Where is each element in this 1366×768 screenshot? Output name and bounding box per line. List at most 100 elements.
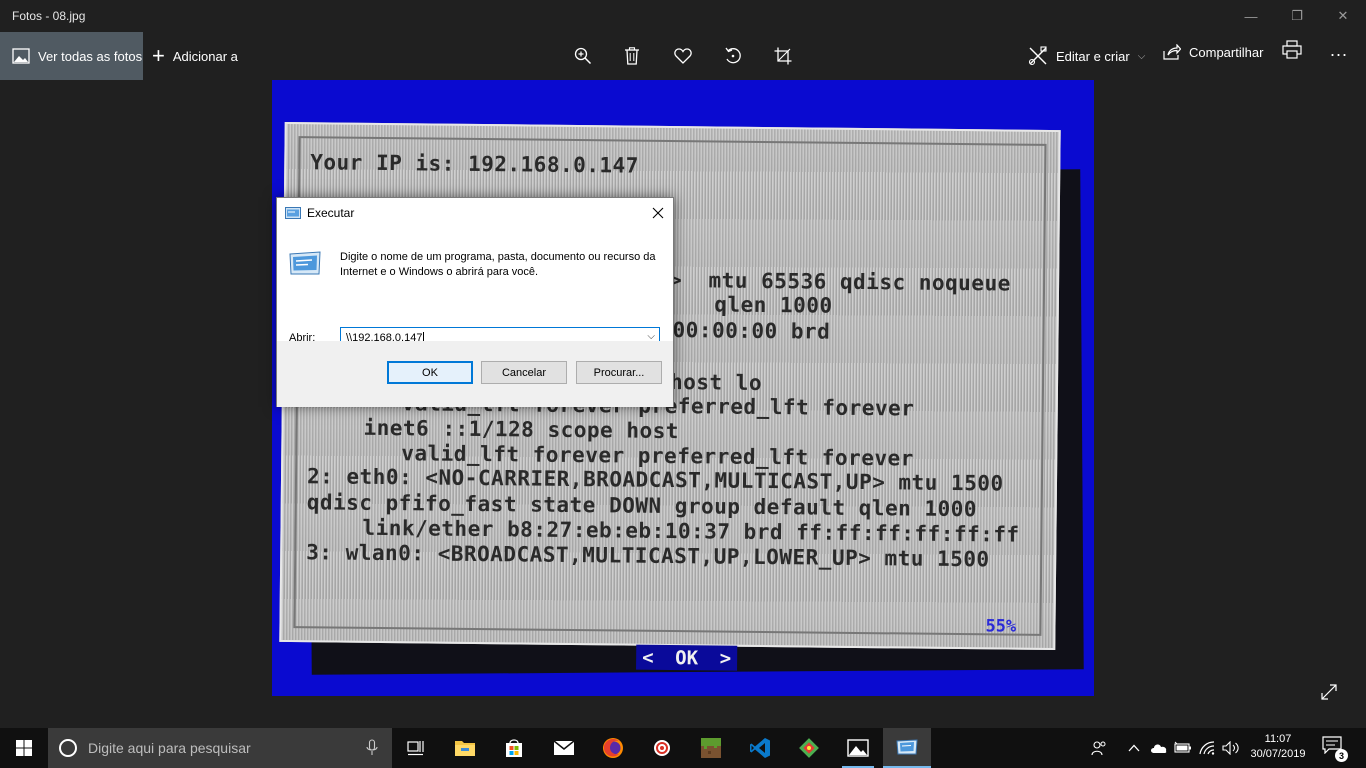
taskbar-clock[interactable]: 11:07 30/07/2019 (1248, 732, 1308, 762)
dialog-close-button[interactable] (643, 198, 673, 228)
toolbar: Ver todas as fotos + Adicionar a Editar … (0, 32, 1366, 80)
terminal-line: host lo (669, 370, 763, 395)
run-app-icon (285, 207, 301, 219)
fullscreen-button[interactable] (1320, 683, 1338, 701)
windows-logo-icon (16, 740, 32, 756)
volume-button[interactable] (1220, 728, 1242, 768)
taskbar-store[interactable] (490, 728, 538, 768)
start-button[interactable] (0, 728, 48, 768)
taskbar-search-box[interactable]: Digite aqui para pesquisar (48, 728, 392, 768)
run-app-icon (896, 739, 918, 755)
title-bar: Fotos - 08.jpg — ❐ ✕ (0, 0, 1366, 32)
cancel-button[interactable]: Cancelar (481, 361, 567, 384)
run-dialog-description: Digite o nome de um programa, pasta, doc… (340, 251, 656, 278)
task-view-icon (407, 741, 424, 756)
zoom-in-button[interactable] (569, 42, 597, 70)
clock-date: 30/07/2019 (1250, 748, 1306, 760)
more-options-button[interactable]: ... (1330, 40, 1348, 61)
rotate-icon (725, 47, 741, 64)
print-button[interactable] (1282, 40, 1306, 64)
terminal-line: inet6 ::1/128 scope host (363, 415, 680, 444)
minimize-button[interactable]: — (1228, 0, 1274, 32)
trash-icon (625, 47, 639, 65)
taskbar-git[interactable] (785, 728, 833, 768)
search-placeholder: Digite aqui para pesquisar (88, 740, 251, 756)
terminal-line: qlen 1000 (674, 292, 833, 318)
browse-button[interactable]: Procurar... (576, 361, 662, 384)
rotate-button[interactable] (719, 42, 747, 70)
window-title: Fotos - 08.jpg (12, 9, 86, 23)
close-button[interactable]: ✕ (1320, 0, 1366, 32)
add-to-button[interactable]: + Adicionar a (152, 32, 238, 80)
edit-create-button[interactable]: Editar e criar ⌵ (1028, 32, 1145, 80)
edit-tools-icon (1028, 46, 1047, 66)
taskbar-run[interactable] (883, 728, 931, 768)
task-view-button[interactable] (392, 728, 440, 768)
git-icon (799, 738, 819, 758)
photos-icon (847, 739, 869, 757)
network-button[interactable] (1197, 728, 1219, 768)
scroll-percent: 55% (985, 616, 1017, 637)
folder-icon (455, 741, 475, 756)
heart-icon (674, 48, 692, 64)
people-icon (1091, 741, 1106, 756)
add-to-label: Adicionar a (172, 48, 238, 64)
view-all-photos-button[interactable]: Ver todas as fotos (0, 32, 143, 80)
mail-icon (553, 740, 575, 755)
zoom-in-icon (574, 47, 592, 65)
favorite-button[interactable] (669, 42, 697, 70)
speaker-icon (1222, 741, 1239, 755)
chevron-down-icon: ⌵ (1137, 50, 1146, 62)
taskbar-mail[interactable] (540, 728, 588, 768)
store-bag-icon (506, 739, 522, 757)
close-icon (652, 207, 664, 219)
run-large-icon (289, 251, 321, 275)
maximize-button[interactable]: ❐ (1274, 0, 1320, 32)
action-center-button[interactable]: 3 (1322, 736, 1348, 762)
run-dialog-body: Digite o nome de um programa, pasta, doc… (277, 228, 673, 350)
ok-left-arrow: < (642, 646, 654, 669)
wifi-icon (1199, 741, 1215, 755)
cloud-icon (1151, 744, 1167, 753)
run-dialog: Executar Digite o nome de um programa, p… (276, 197, 674, 407)
share-icon (1163, 44, 1181, 60)
ok-button[interactable]: OK (387, 361, 473, 384)
people-button[interactable] (1086, 728, 1112, 768)
chevron-up-icon (1128, 744, 1140, 752)
terminal-line: Your IP is: 192.168.0.147 (310, 150, 640, 178)
run-dialog-footer: OK Cancelar Procurar... (277, 341, 673, 407)
crop-button[interactable] (769, 42, 797, 70)
crop-icon (774, 47, 792, 65)
delete-button[interactable] (618, 42, 646, 70)
share-button[interactable]: Compartilhar (1163, 32, 1263, 72)
picture-icon (12, 48, 30, 64)
taskbar-vscode[interactable] (736, 728, 784, 768)
expand-icon (1321, 684, 1337, 700)
notification-count-badge: 3 (1335, 749, 1348, 762)
taskbar-chrome-like[interactable] (638, 728, 686, 768)
show-hidden-icons-button[interactable] (1124, 728, 1144, 768)
edit-create-label: Editar e criar (1056, 48, 1130, 64)
terminal-line: 00:00:00 brd (672, 318, 831, 344)
vscode-icon (750, 738, 770, 758)
run-dialog-titlebar: Executar (277, 198, 673, 228)
battery-icon (1174, 741, 1191, 753)
taskbar: Digite aqui para pesquisar 11:07 30/07/2… (0, 728, 1366, 768)
ok-right-arrow: > (719, 647, 732, 670)
microphone-icon[interactable] (366, 739, 378, 757)
terminal-line: > mtu 65536 qdisc noqueue (668, 267, 1011, 296)
grass-block-icon (701, 738, 721, 758)
circle-app-icon (654, 740, 670, 756)
battery-button[interactable] (1172, 728, 1194, 768)
firefox-icon (603, 738, 623, 758)
taskbar-minecraft[interactable] (687, 728, 735, 768)
cortana-icon (59, 739, 77, 757)
taskbar-photos[interactable] (834, 728, 882, 768)
taskbar-file-explorer[interactable] (441, 728, 489, 768)
ok-label: OK (675, 646, 699, 669)
onedrive-button[interactable] (1148, 728, 1170, 768)
taskbar-firefox[interactable] (589, 728, 637, 768)
printer-icon (1282, 40, 1302, 59)
run-dialog-title: Executar (307, 206, 355, 220)
clock-time: 11:07 (1264, 733, 1292, 745)
